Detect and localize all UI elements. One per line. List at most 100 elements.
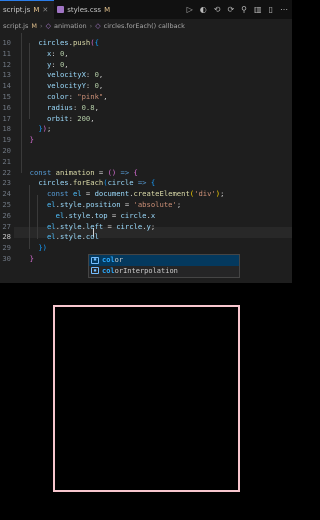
suggestion-rest: orInterpolation [114, 266, 178, 275]
code-line[interactable]: 22 const animation = () => { [0, 168, 292, 179]
code-line[interactable]: 12 y: 0, [0, 60, 292, 71]
code-token: , [90, 113, 95, 123]
code-token: : [85, 81, 95, 91]
code-token: style [68, 210, 91, 220]
line-number: 26 [2, 210, 11, 220]
compare-icon[interactable]: ◐ [200, 5, 207, 14]
code-text: const el = document.createElement('div')… [21, 189, 224, 200]
line-number: 11 [2, 48, 11, 58]
tab-styles-css[interactable]: styles.css M [54, 0, 116, 19]
code-token: el [46, 200, 56, 209]
split-editor-icon[interactable]: ▥ [254, 5, 262, 14]
code-text: const animation = () => { [21, 168, 138, 179]
code-token: , [98, 70, 104, 80]
code-line[interactable]: 26 el.style.top = circle.x [0, 211, 292, 222]
code-token: animation [55, 167, 95, 177]
code-token: = [94, 167, 108, 177]
suggestion-popup: ▪ color ▪ colorInterpolation [88, 254, 240, 278]
git-icon[interactable]: ⚲ [241, 5, 247, 14]
code-line[interactable]: 19 } [0, 135, 292, 146]
breadcrumb-badge: M [31, 22, 37, 30]
code-token: top [94, 210, 108, 220]
more-icon[interactable]: ⋯ [280, 5, 288, 14]
line-number: 13 [2, 70, 11, 80]
code-line[interactable]: 29 }) [0, 243, 292, 254]
breadcrumb-item[interactable]: animation [54, 22, 87, 30]
breadcrumb-item[interactable]: circles.forEach() callback [104, 22, 185, 30]
preview-square [53, 305, 240, 492]
breadcrumb-file[interactable]: script.js [3, 22, 28, 30]
code-line[interactable]: 16 radius: 0.8, [0, 103, 292, 114]
code-token: , [94, 102, 99, 112]
tab-script-js[interactable]: script.js M ✕ [0, 0, 55, 19]
code-line[interactable]: 17 orbit: 200, [0, 114, 292, 125]
code-line[interactable]: 21 [0, 157, 292, 168]
code-text: } [21, 254, 34, 265]
code-token: = [81, 189, 95, 199]
suggestion-label: colorInterpolation [102, 266, 178, 277]
code-token: { [133, 167, 138, 177]
code-token: circle [116, 221, 143, 231]
code-editor[interactable]: 10 circles.push({11 x: 0, 12 y: 0, 13 velo… [0, 33, 292, 283]
suggestion-match: col [102, 266, 115, 275]
code-token: : [68, 113, 78, 123]
line-number: 23 [2, 178, 11, 188]
code-token: ; [176, 200, 182, 209]
code-token: color [46, 92, 69, 101]
code-token: circles [38, 38, 69, 47]
line-number: 30 [2, 254, 11, 263]
code-token: circles [38, 178, 69, 188]
go-forward-icon[interactable]: ⟳ [227, 5, 234, 14]
code-line[interactable]: 27 el.style.left = circle.y; [0, 222, 292, 233]
code-line[interactable]: 28 el.style.col [0, 232, 292, 243]
editor-actions: ▷ ◐ ⟲ ⟳ ⚲ ▥ ▯ ⋯ [187, 0, 292, 19]
code-text: velocityY: 0, [21, 81, 103, 92]
code-line[interactable]: 20 [0, 146, 292, 157]
close-icon[interactable]: ✕ [42, 6, 48, 14]
chevron-right-icon: › [39, 22, 43, 30]
code-text: el.style.left = circle.y; [21, 222, 155, 233]
code-token: 200 [77, 113, 91, 123]
code-text: color: "pink", [21, 92, 108, 103]
suggestion-item[interactable]: ▪ colorInterpolation [89, 266, 239, 277]
suggestion-item[interactable]: ▪ color [89, 255, 239, 266]
tab-label: script.js [3, 6, 31, 14]
line-number: 27 [2, 221, 11, 231]
code-token: style [59, 232, 82, 242]
code-line[interactable]: 14 velocityY: 0, [0, 81, 292, 92]
code-text: radius: 0.8, [21, 103, 99, 114]
code-text: x: 0, [21, 49, 69, 60]
code-token: circle [107, 178, 134, 188]
layout-icon[interactable]: ▯ [269, 5, 273, 14]
modified-badge: M [104, 5, 111, 14]
code-line[interactable]: 23 circles.forEach(circle => { [0, 178, 292, 189]
line-number: 19 [2, 135, 11, 145]
line-number: 21 [2, 156, 11, 166]
code-line[interactable]: 24 const el = document.createElement('di… [0, 189, 292, 200]
code-token: style [59, 200, 82, 209]
code-text: circles.forEach(circle => { [21, 178, 155, 189]
code-line[interactable]: 15 color: "pink", [0, 92, 292, 103]
code-line[interactable]: 13 velocityX: 0, [0, 70, 292, 81]
code-line[interactable]: 11 x: 0, [0, 49, 292, 60]
code-text: el.style.top = circle.x [21, 210, 156, 222]
code-token: ; [46, 124, 52, 134]
code-text: }) [21, 243, 47, 254]
line-number: 22 [2, 167, 11, 177]
run-icon[interactable]: ▷ [187, 5, 193, 14]
code-token: velocityY [46, 81, 86, 91]
code-line[interactable]: 18 }); [0, 124, 292, 135]
code-line[interactable]: 10 circles.push({ [0, 38, 292, 49]
line-number: 25 [2, 200, 11, 209]
go-back-icon[interactable]: ⟲ [214, 5, 221, 14]
function-icon: ◇ [45, 22, 51, 30]
code-token: = [107, 210, 121, 220]
code-line[interactable]: 25 el.style.position = 'absolute'; [0, 200, 292, 211]
